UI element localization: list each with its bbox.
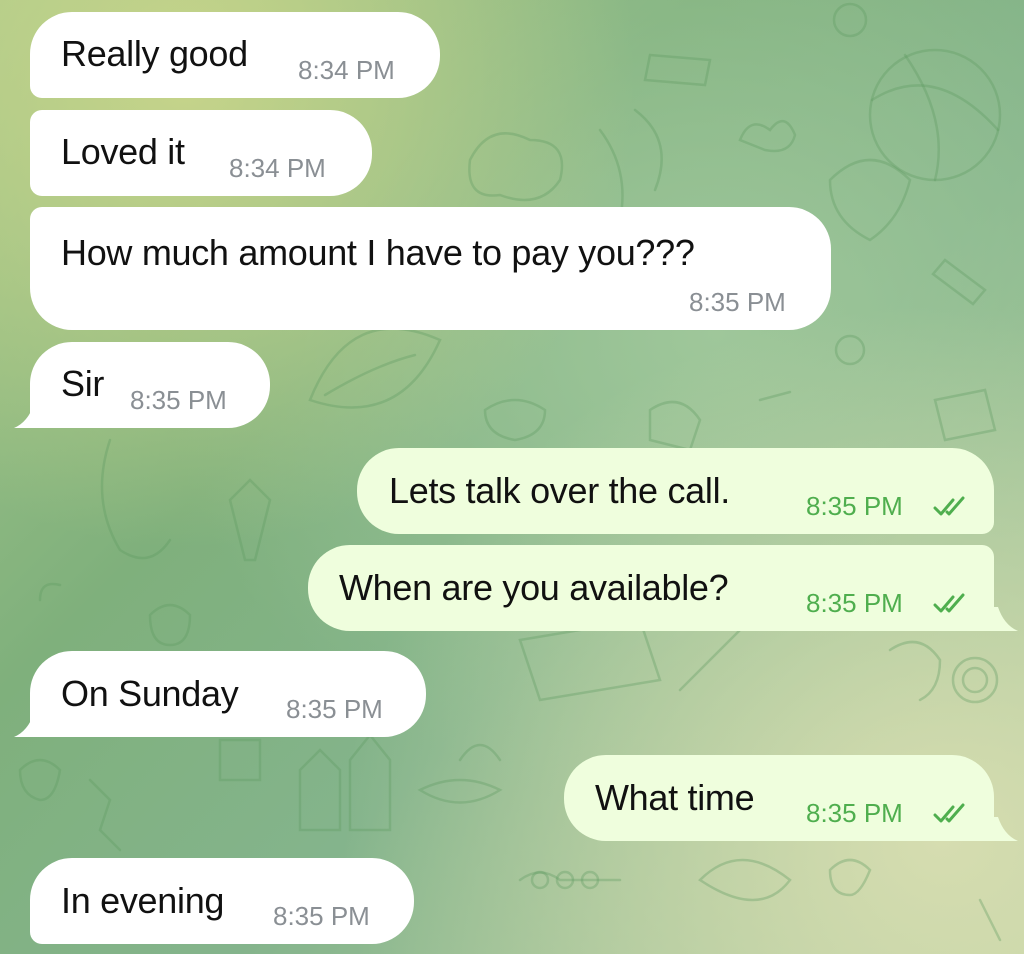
message-timestamp: 8:35 PM bbox=[130, 385, 227, 415]
message-bubble-incoming[interactable]: Sir 8:35 PM bbox=[30, 342, 270, 428]
message-bubble-incoming[interactable]: In evening 8:35 PM bbox=[30, 858, 414, 944]
message-bubble-incoming[interactable]: Loved it 8:34 PM bbox=[30, 110, 372, 196]
message-timestamp: 8:35 PM bbox=[286, 694, 383, 724]
message-timestamp: 8:35 PM bbox=[806, 798, 903, 828]
message-text: Loved it bbox=[61, 131, 185, 172]
message-timestamp: 8:35 PM bbox=[806, 491, 903, 521]
double-check-icon bbox=[933, 593, 965, 613]
message-text: On Sunday bbox=[61, 673, 239, 714]
bubble-tail bbox=[994, 607, 1018, 631]
message-timestamp: 8:34 PM bbox=[298, 55, 395, 85]
message-text: When are you available? bbox=[339, 567, 729, 608]
message-bubble-incoming[interactable]: On Sunday 8:35 PM bbox=[30, 651, 426, 737]
message-bubble-incoming[interactable]: Really good 8:34 PM bbox=[30, 12, 440, 98]
message-text: How much amount I have to pay you??? bbox=[61, 232, 695, 273]
message-timestamp: 8:34 PM bbox=[229, 153, 326, 183]
message-text: Really good bbox=[61, 33, 248, 74]
message-bubble-outgoing[interactable]: Lets talk over the call. 8:35 PM bbox=[357, 448, 994, 534]
bubble-tail bbox=[994, 817, 1018, 841]
message-text: Sir bbox=[61, 363, 105, 404]
message-text: Lets talk over the call. bbox=[389, 470, 730, 511]
message-bubble-outgoing[interactable]: What time 8:35 PM bbox=[564, 755, 994, 841]
message-timestamp: 8:35 PM bbox=[806, 588, 903, 618]
message-text: In evening bbox=[61, 880, 225, 921]
message-timestamp: 8:35 PM bbox=[273, 901, 370, 931]
message-text: What time bbox=[595, 777, 755, 818]
message-timestamp: 8:35 PM bbox=[689, 287, 786, 317]
message-bubble-incoming[interactable]: How much amount I have to pay you??? 8:3… bbox=[30, 207, 831, 330]
double-check-icon bbox=[933, 803, 965, 823]
message-bubble-outgoing[interactable]: When are you available? 8:35 PM bbox=[308, 545, 994, 631]
double-check-icon bbox=[933, 496, 965, 516]
